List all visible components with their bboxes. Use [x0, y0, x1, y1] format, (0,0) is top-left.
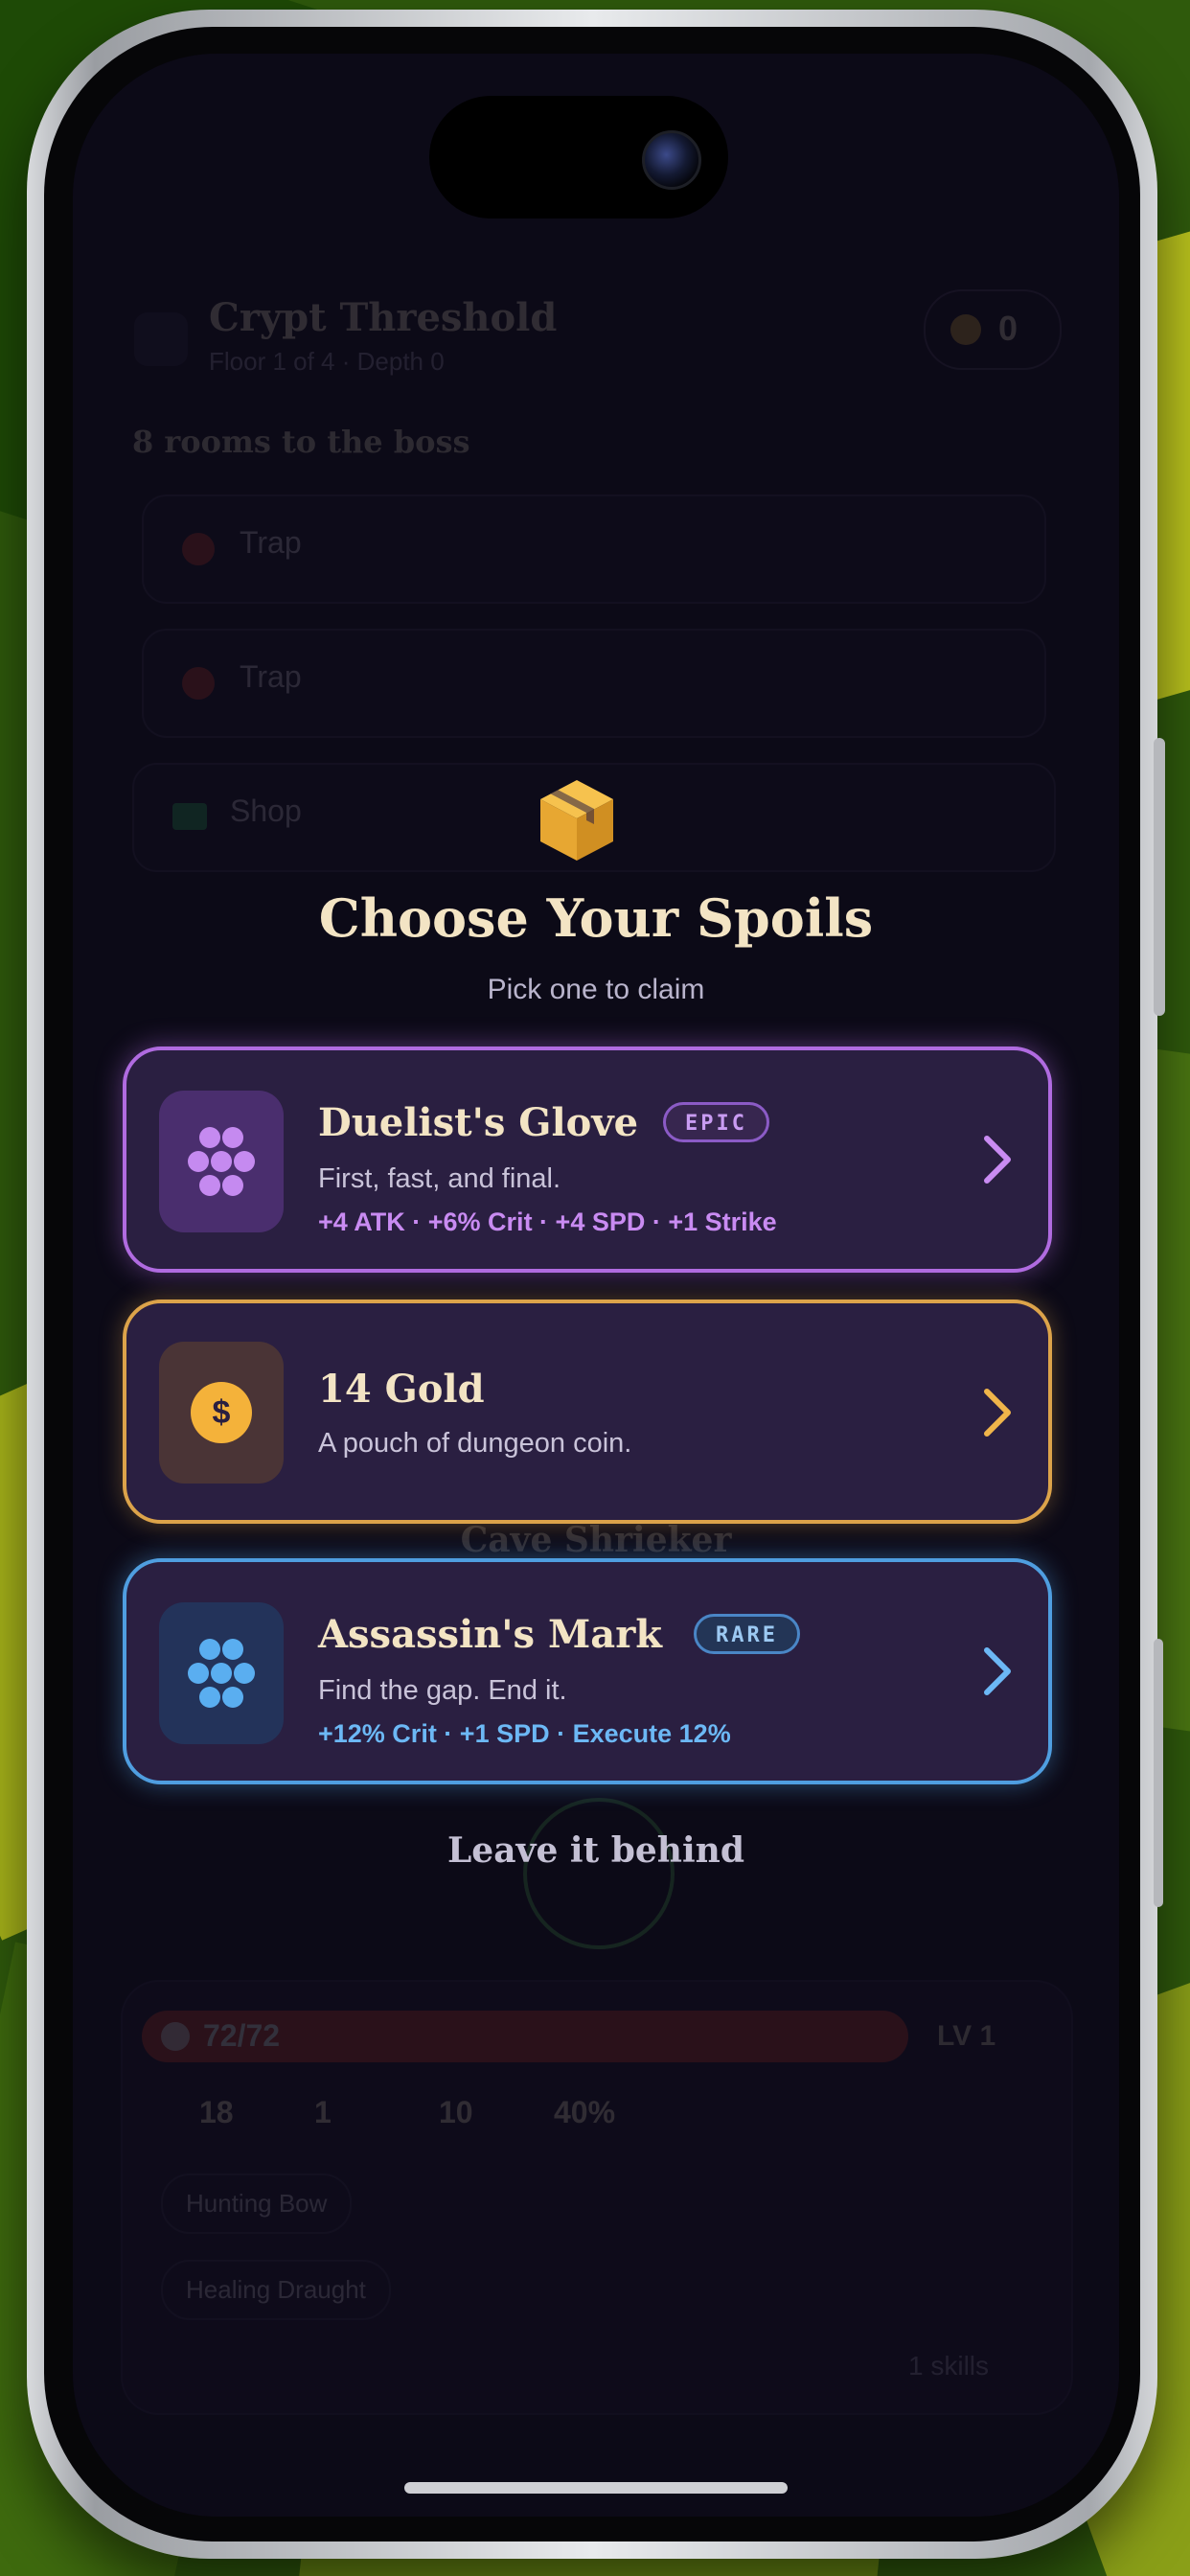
rarity-badge: EPIC [663, 1102, 769, 1142]
rune-cluster-icon [188, 1127, 255, 1196]
spoil-option-gold[interactable]: $ 14 Gold A pouch of dungeon coin. [123, 1300, 1052, 1524]
item-icon-box [159, 1091, 284, 1232]
camera-lens [642, 130, 701, 190]
dynamic-island [429, 96, 728, 218]
side-button [1154, 1639, 1163, 1907]
item-description: A pouch of dungeon coin. [318, 1428, 632, 1459]
gold-coin-icon: $ [191, 1382, 252, 1443]
item-name: Duelist's Glove [318, 1100, 639, 1145]
screen: Crypt Threshold Floor 1 of 4 · Depth 0 0… [73, 54, 1119, 2517]
spoils-modal: Choose Your Spoils Pick one to claim Due… [73, 54, 1119, 2517]
item-name: Assassin's Mark [318, 1612, 662, 1657]
modal-subtitle: Pick one to claim [487, 974, 705, 1005]
rune-cluster-icon [188, 1639, 255, 1708]
item-stats: +12% Crit · +1 SPD · Execute 12% [318, 1719, 731, 1748]
power-button [1154, 738, 1165, 1016]
home-indicator[interactable] [404, 2482, 788, 2494]
spoil-option-duelists-glove[interactable]: Duelist's Glove EPIC First, fast, and fi… [123, 1046, 1052, 1273]
item-description: Find the gap. End it. [318, 1675, 567, 1706]
item-description: First, fast, and final. [318, 1163, 561, 1194]
item-name: 14 Gold [318, 1367, 485, 1412]
chevron-right-icon [984, 1647, 1011, 1695]
chevron-right-icon [984, 1136, 1011, 1184]
loot-box-icon [540, 780, 613, 861]
item-stats: +4 ATK · +6% Crit · +4 SPD · +1 Strike [318, 1208, 777, 1236]
rarity-badge: RARE [694, 1614, 800, 1654]
phone-frame: Crypt Threshold Floor 1 of 4 · Depth 0 0… [27, 10, 1165, 2559]
item-icon-box [159, 1602, 284, 1744]
spoil-option-assassins-mark[interactable]: Assassin's Mark RARE Find the gap. End i… [123, 1558, 1052, 1784]
modal-title: Choose Your Spoils [318, 887, 874, 949]
item-icon-box: $ [159, 1342, 284, 1484]
chevron-right-icon [984, 1389, 1011, 1437]
leave-it-behind-button[interactable]: Leave it behind [73, 1830, 1119, 1871]
